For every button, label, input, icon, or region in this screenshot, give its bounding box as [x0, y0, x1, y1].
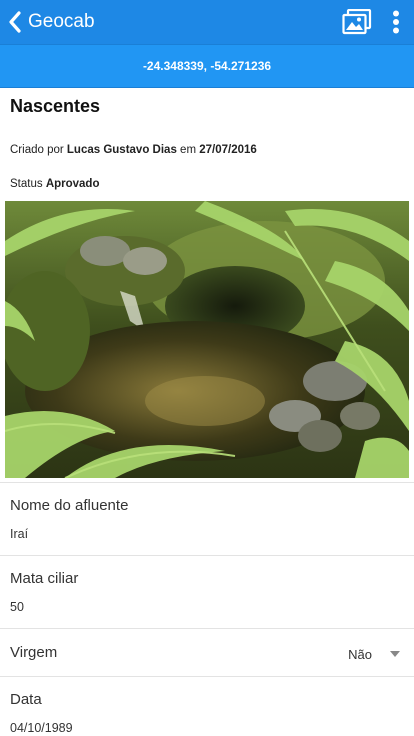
- field-virgem: Virgem Não: [0, 628, 414, 676]
- select-value: Não: [348, 646, 372, 662]
- status-line: Status Aprovado: [10, 178, 99, 190]
- image-gallery-icon: [342, 9, 372, 35]
- field-label: Data: [10, 691, 42, 708]
- coordinates-bar: -24.348339, -54.271236: [0, 44, 414, 88]
- created-mid: em: [180, 144, 197, 156]
- back-button[interactable]: Geocab: [0, 0, 95, 44]
- status-value: Aprovado: [45, 178, 100, 190]
- field-data[interactable]: Data 04/10/1989: [0, 676, 414, 736]
- field-nome-do-afluente[interactable]: Nome do afluente Iraí: [0, 482, 414, 555]
- app-bar-actions: [340, 0, 414, 44]
- author-name: Lucas Gustavo Dias: [66, 144, 177, 156]
- field-mata-ciliar[interactable]: Mata ciliar 50: [0, 555, 414, 628]
- status-label: Status: [10, 178, 43, 190]
- app-bar: Geocab: [0, 0, 414, 44]
- coordinates-text: -24.348339, -54.271236: [142, 59, 272, 73]
- chevron-left-icon: [9, 11, 21, 33]
- dropdown-caret-icon: [390, 651, 400, 657]
- app-title: Geocab: [28, 11, 95, 32]
- more-vertical-icon: [393, 10, 399, 34]
- field-label: Mata ciliar: [10, 570, 79, 587]
- field-label: Virgem: [10, 644, 58, 661]
- virgem-select[interactable]: Não: [348, 639, 400, 669]
- record-photo[interactable]: [5, 201, 409, 478]
- gallery-button[interactable]: [340, 7, 374, 37]
- field-value: 04/10/1989: [10, 721, 73, 735]
- created-date: 27/07/2016: [199, 144, 257, 156]
- field-value: 50: [10, 600, 24, 614]
- field-value: Iraí: [10, 527, 29, 541]
- field-label: Nome do afluente: [10, 497, 129, 514]
- created-by-line: Criado por Lucas Gustavo Dias em 27/07/2…: [10, 144, 257, 156]
- stream-photo-image: [5, 201, 409, 478]
- more-options-button[interactable]: [388, 7, 404, 37]
- created-prefix: Criado por: [10, 144, 64, 156]
- page-title: Nascentes: [10, 96, 101, 116]
